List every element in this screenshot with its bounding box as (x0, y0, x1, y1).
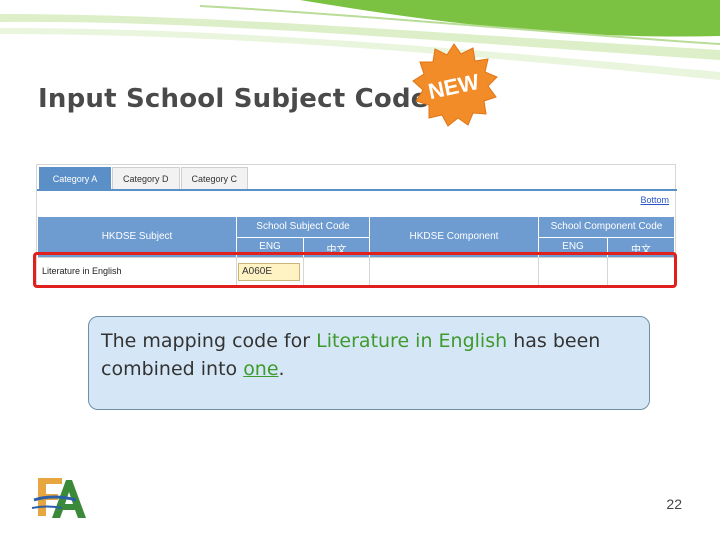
header-school-subject-code: School Subject Code (256, 221, 350, 232)
callout-emphasis: one (243, 358, 279, 380)
callout-text-3: . (278, 358, 285, 380)
bottom-link[interactable]: Bottom (640, 195, 669, 205)
tab-category-a[interactable]: Category A (39, 167, 111, 189)
tab-underline (37, 189, 677, 191)
header-component-eng: ENG (562, 241, 584, 252)
row-highlight-box (33, 252, 677, 288)
header-swoosh-decoration (0, 0, 720, 80)
hkeaa-logo-icon (31, 478, 86, 518)
table-header: HKDSE Subject School Subject Code ENG 中文… (38, 217, 674, 257)
header-hkdse-subject: HKDSE Subject (101, 231, 173, 242)
header-subject-eng: ENG (259, 241, 281, 252)
new-badge-icon: NEW (412, 43, 498, 127)
header-school-component-code: School Component Code (550, 221, 663, 232)
category-tabs: Category A Category D Category C (39, 167, 249, 189)
slide-title: Input School Subject Code (38, 84, 429, 114)
page-number: 22 (666, 496, 682, 512)
callout-subject: Literature in English (316, 330, 508, 352)
header-hkdse-component: HKDSE Component (409, 231, 499, 242)
tab-category-c[interactable]: Category C (180, 167, 249, 189)
callout-text-1: The mapping code for (101, 330, 317, 352)
tab-category-d[interactable]: Category D (112, 167, 180, 189)
callout-note: The mapping code for Literature in Engli… (88, 316, 650, 410)
